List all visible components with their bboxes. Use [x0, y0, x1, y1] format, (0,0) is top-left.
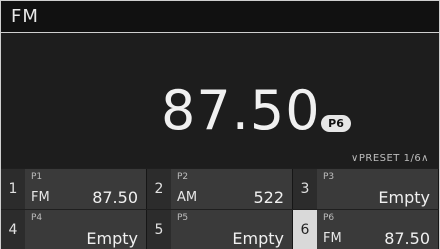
preset-value: Empty: [86, 229, 138, 248]
preset-label: P5: [177, 213, 189, 223]
preset-number: 2: [147, 169, 171, 209]
preset-value: Empty: [378, 188, 430, 207]
preset-page-indicator[interactable]: ∨PRESET 1/6∧: [351, 153, 429, 164]
radio-screen: FM 87.50 P6 ∨PRESET 1/6∧ 1 P1 FM 87.50 2…: [0, 0, 440, 249]
header-bar: FM: [1, 1, 439, 33]
preset-number: 3: [293, 169, 317, 209]
preset-label: P3: [323, 172, 335, 182]
current-frequency: 87.50: [161, 79, 321, 142]
current-preset-badge: P6: [321, 115, 351, 132]
preset-button-1[interactable]: 1 P1 FM 87.50: [1, 169, 147, 209]
preset-label: P6: [323, 213, 335, 223]
preset-button-3[interactable]: 3 P3 Empty: [293, 169, 439, 209]
preset-label: P4: [31, 213, 43, 223]
preset-value: 87.50: [384, 229, 430, 248]
preset-button-2[interactable]: 2 P2 AM 522: [147, 169, 293, 209]
preset-value: 522: [253, 188, 284, 207]
preset-value: Empty: [232, 229, 284, 248]
preset-number: 5: [147, 210, 171, 249]
preset-button-6[interactable]: 6 P6 FM 87.50: [293, 210, 439, 249]
preset-grid: 1 P1 FM 87.50 2 P2 AM 522 3 P3 Empty 4 P…: [1, 169, 439, 249]
preset-label: P1: [31, 172, 43, 182]
preset-number: 4: [1, 210, 25, 249]
preset-number: 6: [293, 210, 317, 249]
preset-label: P2: [177, 172, 189, 182]
preset-band: FM: [323, 231, 342, 246]
preset-button-4[interactable]: 4 P4 Empty: [1, 210, 147, 249]
main-display: 87.50 P6 ∨PRESET 1/6∧: [1, 33, 439, 168]
preset-band: AM: [177, 190, 198, 205]
preset-button-5[interactable]: 5 P5 Empty: [147, 210, 293, 249]
preset-value: 87.50: [92, 188, 138, 207]
band-title: FM: [11, 6, 39, 27]
preset-band: FM: [31, 190, 50, 205]
preset-number: 1: [1, 169, 25, 209]
